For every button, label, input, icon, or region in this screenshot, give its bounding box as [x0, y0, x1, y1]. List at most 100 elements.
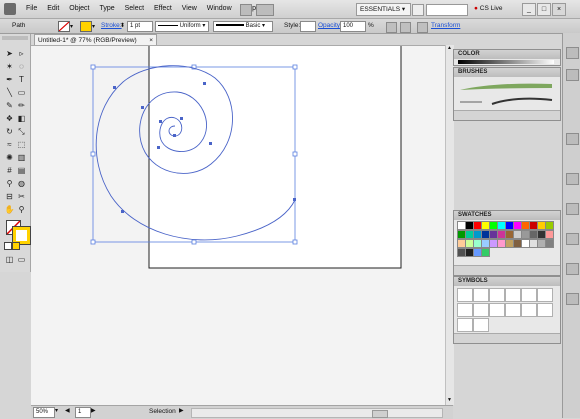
blend-icon[interactable]: ◍ — [16, 178, 27, 189]
zoom-level-field[interactable]: 50% — [33, 407, 55, 418]
symbol-arrow-icon[interactable] — [489, 288, 505, 302]
pencil-icon[interactable]: ✏ — [16, 100, 27, 111]
free-transform-icon[interactable]: ⬚ — [16, 139, 27, 150]
default-colors-icon[interactable] — [4, 242, 12, 250]
swatch-grid[interactable] — [457, 221, 555, 263]
workspace-switcher[interactable]: ESSENTIALS ▾ — [356, 3, 411, 16]
gradient-icon[interactable]: ▤ — [16, 165, 27, 176]
stroke-weight-input[interactable]: 1 pt — [127, 21, 153, 32]
menu-type[interactable]: Type — [95, 0, 118, 18]
gradient-panel-icon[interactable] — [566, 173, 579, 185]
horizontal-scrollbar[interactable] — [191, 408, 443, 418]
screen-mode-icon[interactable]: ▭ — [16, 254, 27, 265]
rectangle-icon[interactable]: ▭ — [16, 87, 27, 98]
menu-file[interactable]: File — [22, 0, 41, 18]
brush-definition[interactable]: Basic ▾ — [213, 21, 273, 32]
swatches-panel-title[interactable]: SWATCHES — [454, 211, 560, 220]
color-mode-icon[interactable] — [12, 242, 20, 250]
menu-object[interactable]: Object — [65, 0, 93, 18]
previous-artboard-icon[interactable]: ◀ — [65, 407, 70, 414]
warp-icon[interactable]: ≈ — [4, 139, 15, 150]
type-icon[interactable]: T — [16, 74, 27, 85]
rotate-icon[interactable]: ↻ — [4, 126, 15, 137]
transform-link[interactable]: Transform — [431, 21, 460, 31]
symbol-arrow-icon[interactable] — [537, 288, 553, 302]
brush-list[interactable] — [456, 78, 556, 110]
selection-tool-icon[interactable]: ➤ — [4, 48, 15, 59]
appearance-panel-icon[interactable] — [566, 233, 579, 245]
transform-icon[interactable] — [417, 22, 428, 33]
symbol-arrow-icon[interactable] — [505, 288, 521, 302]
line-icon[interactable]: ╲ — [4, 87, 15, 98]
stroke-panel-icon[interactable] — [566, 133, 579, 145]
draw-mode-icon[interactable]: ◫ — [4, 254, 15, 265]
brushes-dock-icon[interactable] — [566, 69, 579, 81]
slice-icon[interactable]: ⊟ — [4, 191, 15, 202]
symbols-panel-title[interactable]: SYMBOLS — [454, 277, 560, 286]
artboards-panel-icon[interactable] — [566, 293, 579, 305]
eraser-icon[interactable]: ◧ — [16, 113, 27, 124]
swatch[interactable] — [545, 230, 554, 239]
eyedropper-icon[interactable]: ⚲ — [4, 178, 15, 189]
layers-panel-icon[interactable] — [566, 263, 579, 275]
symbol-arrow-icon[interactable] — [473, 288, 489, 302]
align-icon[interactable] — [400, 22, 411, 33]
scroll-down-icon[interactable]: ▼ — [447, 397, 453, 403]
status-menu-icon[interactable]: ▶ — [179, 407, 184, 414]
stroke-stepper-icon[interactable]: ⬍ — [120, 22, 127, 30]
symbol-sprayer-icon[interactable]: ✺ — [4, 152, 15, 163]
color-ramp[interactable] — [458, 60, 554, 64]
swatch[interactable] — [545, 221, 554, 230]
lasso-icon[interactable]: ◌ — [16, 61, 27, 72]
symbol-bar-icon[interactable] — [473, 303, 489, 317]
tools-panel-grip[interactable] — [2, 36, 28, 40]
artboard-number-field[interactable]: 1 — [75, 407, 91, 418]
symbol-star-icon[interactable] — [537, 303, 553, 317]
transparency-panel-icon[interactable] — [566, 203, 579, 215]
symbol-arrow-icon[interactable] — [521, 288, 537, 302]
pen-icon[interactable]: ✒ — [4, 74, 15, 85]
fill-color-swatch[interactable] — [58, 21, 70, 32]
opacity-input[interactable]: 100 — [340, 21, 366, 32]
help-search-input[interactable] — [426, 4, 468, 16]
menu-effect[interactable]: Effect — [150, 0, 176, 18]
menu-select[interactable]: Select — [121, 0, 148, 18]
magic-wand-icon[interactable]: ✶ — [4, 61, 15, 72]
search-icon[interactable] — [412, 4, 424, 16]
swatch[interactable] — [481, 248, 490, 257]
swatch[interactable] — [545, 239, 554, 248]
close-button[interactable]: × — [552, 3, 566, 16]
graphic-style-dropdown[interactable] — [300, 21, 316, 32]
stroke-color-swatch[interactable] — [80, 21, 92, 32]
symbol-grass-icon[interactable] — [473, 318, 489, 332]
recolor-artwork-icon[interactable] — [386, 22, 397, 33]
symbol-bar-icon[interactable] — [489, 303, 505, 317]
menu-view[interactable]: View — [178, 0, 201, 18]
brushes-panel-title[interactable]: BRUSHES — [454, 68, 560, 77]
symbol-bar-icon[interactable] — [521, 303, 537, 317]
bridge-icon[interactable] — [240, 4, 252, 16]
fill-dropdown-icon[interactable]: ▾ — [70, 23, 73, 30]
blob-brush-icon[interactable]: ❖ — [4, 113, 15, 124]
variable-width-profile[interactable]: Uniform ▾ — [155, 21, 209, 32]
direct-selection-tool-icon[interactable]: ▹ — [16, 48, 27, 59]
menu-edit[interactable]: Edit — [43, 0, 63, 18]
cs-live-button[interactable]: ● CS Live — [474, 2, 514, 16]
minimize-button[interactable]: _ — [522, 3, 536, 16]
stroke-dropdown-icon[interactable]: ▾ — [92, 23, 95, 30]
hand-icon[interactable]: ✋ — [4, 204, 15, 215]
paintbrush-icon[interactable]: ✎ — [4, 100, 15, 111]
mesh-icon[interactable]: # — [4, 165, 15, 176]
symbol-button-icon[interactable] — [457, 303, 473, 317]
symbol-arrow-icon[interactable] — [457, 288, 473, 302]
horizontal-scroll-thumb[interactable] — [372, 410, 388, 418]
scale-icon[interactable]: ⤡ — [16, 126, 27, 137]
canvas-area[interactable] — [31, 45, 445, 406]
scissors-icon[interactable]: ✂ — [16, 191, 27, 202]
maximize-button[interactable]: □ — [537, 3, 551, 16]
stroke-label[interactable]: Stroke: — [101, 21, 122, 31]
next-artboard-icon[interactable]: ▶ — [91, 407, 96, 414]
arrange-documents-icon[interactable] — [256, 4, 274, 16]
symbol-bar-icon[interactable] — [505, 303, 521, 317]
menu-window[interactable]: Window — [203, 0, 236, 18]
